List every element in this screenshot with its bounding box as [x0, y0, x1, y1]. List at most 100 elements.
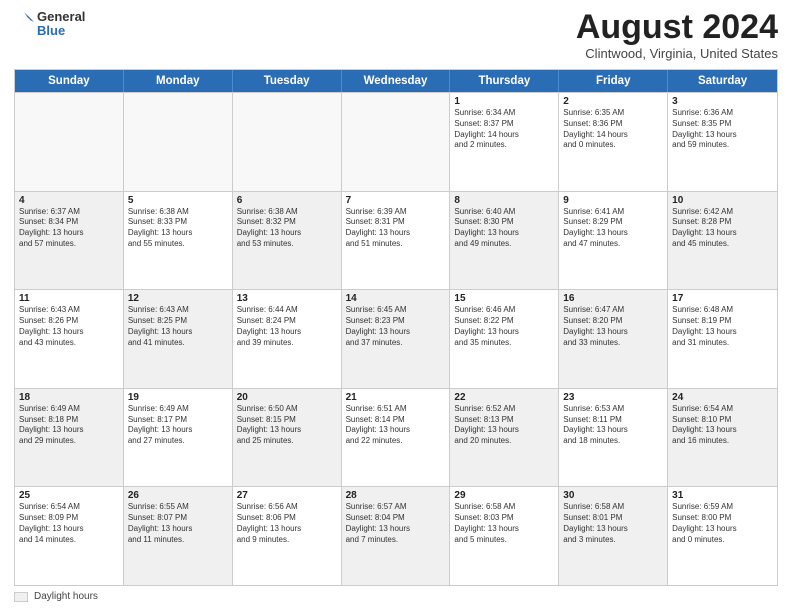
- cal-cell-w5-d1: 25Sunrise: 6:54 AM Sunset: 8:09 PM Dayli…: [15, 487, 124, 585]
- calendar: Sunday Monday Tuesday Wednesday Thursday…: [14, 69, 778, 586]
- cell-info: Sunrise: 6:54 AM Sunset: 8:09 PM Dayligh…: [19, 502, 119, 545]
- cal-cell-w4-d7: 24Sunrise: 6:54 AM Sunset: 8:10 PM Dayli…: [668, 389, 777, 487]
- cal-cell-w4-d3: 20Sunrise: 6:50 AM Sunset: 8:15 PM Dayli…: [233, 389, 342, 487]
- logo-bird-icon: [14, 10, 34, 38]
- cell-info: Sunrise: 6:34 AM Sunset: 8:37 PM Dayligh…: [454, 108, 554, 151]
- day-number: 9: [563, 195, 663, 206]
- cell-info: Sunrise: 6:36 AM Sunset: 8:35 PM Dayligh…: [672, 108, 773, 151]
- cal-cell-w3-d1: 11Sunrise: 6:43 AM Sunset: 8:26 PM Dayli…: [15, 290, 124, 388]
- cal-cell-w3-d2: 12Sunrise: 6:43 AM Sunset: 8:25 PM Dayli…: [124, 290, 233, 388]
- day-number: 4: [19, 195, 119, 206]
- header-wednesday: Wednesday: [342, 70, 451, 92]
- header-saturday: Saturday: [668, 70, 777, 92]
- legend-label: Daylight hours: [34, 591, 98, 602]
- legend: Daylight hours: [14, 591, 778, 602]
- cell-info: Sunrise: 6:55 AM Sunset: 8:07 PM Dayligh…: [128, 502, 228, 545]
- cell-info: Sunrise: 6:44 AM Sunset: 8:24 PM Dayligh…: [237, 305, 337, 348]
- cal-cell-w5-d3: 27Sunrise: 6:56 AM Sunset: 8:06 PM Dayli…: [233, 487, 342, 585]
- calendar-body: 1Sunrise: 6:34 AM Sunset: 8:37 PM Daylig…: [15, 92, 777, 585]
- day-number: 30: [563, 490, 663, 501]
- cell-info: Sunrise: 6:50 AM Sunset: 8:15 PM Dayligh…: [237, 404, 337, 447]
- cal-cell-w3-d3: 13Sunrise: 6:44 AM Sunset: 8:24 PM Dayli…: [233, 290, 342, 388]
- cell-info: Sunrise: 6:48 AM Sunset: 8:19 PM Dayligh…: [672, 305, 773, 348]
- day-number: 17: [672, 293, 773, 304]
- day-number: 8: [454, 195, 554, 206]
- cal-cell-w3-d6: 16Sunrise: 6:47 AM Sunset: 8:20 PM Dayli…: [559, 290, 668, 388]
- cell-info: Sunrise: 6:52 AM Sunset: 8:13 PM Dayligh…: [454, 404, 554, 447]
- cell-info: Sunrise: 6:38 AM Sunset: 8:33 PM Dayligh…: [128, 207, 228, 250]
- cal-cell-w1-d6: 2Sunrise: 6:35 AM Sunset: 8:36 PM Daylig…: [559, 93, 668, 191]
- cal-cell-w5-d2: 26Sunrise: 6:55 AM Sunset: 8:07 PM Dayli…: [124, 487, 233, 585]
- location-subtitle: Clintwood, Virginia, United States: [576, 46, 778, 61]
- cal-cell-w1-d2: [124, 93, 233, 191]
- day-number: 19: [128, 392, 228, 403]
- cell-info: Sunrise: 6:57 AM Sunset: 8:04 PM Dayligh…: [346, 502, 446, 545]
- day-number: 26: [128, 490, 228, 501]
- cal-cell-w3-d5: 15Sunrise: 6:46 AM Sunset: 8:22 PM Dayli…: [450, 290, 559, 388]
- page: General Blue August 2024 Clintwood, Virg…: [0, 0, 792, 612]
- header-tuesday: Tuesday: [233, 70, 342, 92]
- cal-cell-w5-d7: 31Sunrise: 6:59 AM Sunset: 8:00 PM Dayli…: [668, 487, 777, 585]
- cell-info: Sunrise: 6:41 AM Sunset: 8:29 PM Dayligh…: [563, 207, 663, 250]
- logo-general: General: [37, 10, 85, 24]
- cell-info: Sunrise: 6:49 AM Sunset: 8:18 PM Dayligh…: [19, 404, 119, 447]
- week-row-3: 11Sunrise: 6:43 AM Sunset: 8:26 PM Dayli…: [15, 289, 777, 388]
- cal-cell-w2-d5: 8Sunrise: 6:40 AM Sunset: 8:30 PM Daylig…: [450, 192, 559, 290]
- cell-info: Sunrise: 6:47 AM Sunset: 8:20 PM Dayligh…: [563, 305, 663, 348]
- header-sunday: Sunday: [15, 70, 124, 92]
- cal-cell-w3-d4: 14Sunrise: 6:45 AM Sunset: 8:23 PM Dayli…: [342, 290, 451, 388]
- page-title: August 2024: [576, 10, 778, 44]
- cell-info: Sunrise: 6:38 AM Sunset: 8:32 PM Dayligh…: [237, 207, 337, 250]
- week-row-2: 4Sunrise: 6:37 AM Sunset: 8:34 PM Daylig…: [15, 191, 777, 290]
- cal-cell-w2-d1: 4Sunrise: 6:37 AM Sunset: 8:34 PM Daylig…: [15, 192, 124, 290]
- day-number: 2: [563, 96, 663, 107]
- cell-info: Sunrise: 6:54 AM Sunset: 8:10 PM Dayligh…: [672, 404, 773, 447]
- day-number: 14: [346, 293, 446, 304]
- logo-blue: Blue: [37, 24, 85, 38]
- day-number: 5: [128, 195, 228, 206]
- cell-info: Sunrise: 6:46 AM Sunset: 8:22 PM Dayligh…: [454, 305, 554, 348]
- day-number: 12: [128, 293, 228, 304]
- legend-box: [14, 592, 28, 602]
- day-number: 22: [454, 392, 554, 403]
- cal-cell-w4-d5: 22Sunrise: 6:52 AM Sunset: 8:13 PM Dayli…: [450, 389, 559, 487]
- week-row-4: 18Sunrise: 6:49 AM Sunset: 8:18 PM Dayli…: [15, 388, 777, 487]
- day-number: 7: [346, 195, 446, 206]
- cal-cell-w1-d1: [15, 93, 124, 191]
- cell-info: Sunrise: 6:42 AM Sunset: 8:28 PM Dayligh…: [672, 207, 773, 250]
- cal-cell-w2-d6: 9Sunrise: 6:41 AM Sunset: 8:29 PM Daylig…: [559, 192, 668, 290]
- cal-cell-w4-d6: 23Sunrise: 6:53 AM Sunset: 8:11 PM Dayli…: [559, 389, 668, 487]
- logo: General Blue: [14, 10, 85, 39]
- cell-info: Sunrise: 6:56 AM Sunset: 8:06 PM Dayligh…: [237, 502, 337, 545]
- day-number: 16: [563, 293, 663, 304]
- day-number: 15: [454, 293, 554, 304]
- header-thursday: Thursday: [450, 70, 559, 92]
- cell-info: Sunrise: 6:59 AM Sunset: 8:00 PM Dayligh…: [672, 502, 773, 545]
- header-monday: Monday: [124, 70, 233, 92]
- header-friday: Friday: [559, 70, 668, 92]
- cell-info: Sunrise: 6:51 AM Sunset: 8:14 PM Dayligh…: [346, 404, 446, 447]
- day-number: 18: [19, 392, 119, 403]
- day-number: 11: [19, 293, 119, 304]
- cal-cell-w4-d1: 18Sunrise: 6:49 AM Sunset: 8:18 PM Dayli…: [15, 389, 124, 487]
- day-number: 31: [672, 490, 773, 501]
- cal-cell-w2-d4: 7Sunrise: 6:39 AM Sunset: 8:31 PM Daylig…: [342, 192, 451, 290]
- cal-cell-w1-d3: [233, 93, 342, 191]
- cal-cell-w5-d6: 30Sunrise: 6:58 AM Sunset: 8:01 PM Dayli…: [559, 487, 668, 585]
- cal-cell-w2-d7: 10Sunrise: 6:42 AM Sunset: 8:28 PM Dayli…: [668, 192, 777, 290]
- cal-cell-w2-d3: 6Sunrise: 6:38 AM Sunset: 8:32 PM Daylig…: [233, 192, 342, 290]
- day-number: 21: [346, 392, 446, 403]
- cell-info: Sunrise: 6:40 AM Sunset: 8:30 PM Dayligh…: [454, 207, 554, 250]
- day-number: 10: [672, 195, 773, 206]
- calendar-header: Sunday Monday Tuesday Wednesday Thursday…: [15, 70, 777, 92]
- day-number: 25: [19, 490, 119, 501]
- cal-cell-w1-d4: [342, 93, 451, 191]
- cell-info: Sunrise: 6:43 AM Sunset: 8:25 PM Dayligh…: [128, 305, 228, 348]
- cell-info: Sunrise: 6:37 AM Sunset: 8:34 PM Dayligh…: [19, 207, 119, 250]
- cal-cell-w1-d7: 3Sunrise: 6:36 AM Sunset: 8:35 PM Daylig…: [668, 93, 777, 191]
- cell-info: Sunrise: 6:45 AM Sunset: 8:23 PM Dayligh…: [346, 305, 446, 348]
- day-number: 20: [237, 392, 337, 403]
- day-number: 27: [237, 490, 337, 501]
- cal-cell-w5-d4: 28Sunrise: 6:57 AM Sunset: 8:04 PM Dayli…: [342, 487, 451, 585]
- day-number: 1: [454, 96, 554, 107]
